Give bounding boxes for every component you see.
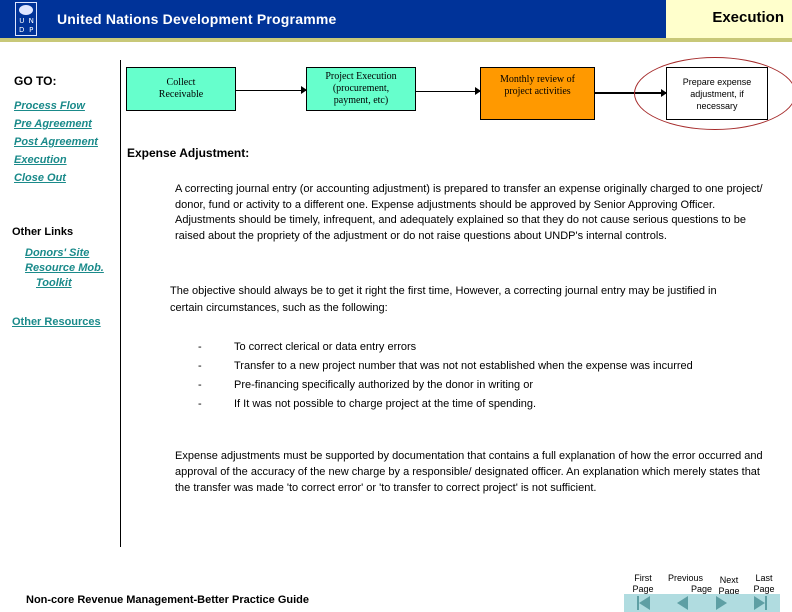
undp-logo: U N D P xyxy=(15,2,37,36)
footer-title: Non-core Revenue Management-Better Pract… xyxy=(26,594,310,606)
nav-link-process-flow[interactable]: Process Flow xyxy=(14,100,85,112)
other-links-label: Other Links xyxy=(12,226,74,238)
flow-step-monthly-review[interactable]: Monthly review of project activities xyxy=(480,67,595,120)
nav-link-post-agreement[interactable]: Post Agreement xyxy=(14,136,98,148)
link-resource-mob[interactable]: Resource Mob. xyxy=(25,262,104,274)
next-page-icon xyxy=(716,596,727,610)
flow-step-collect-receivable[interactable]: Collect Receivable xyxy=(126,67,236,111)
objective-paragraph: The objective should always be to get it… xyxy=(170,285,717,314)
circumstances-list: - To correct clerical or data entry erro… xyxy=(198,339,758,415)
logo-letter: N xyxy=(28,17,34,25)
bullet-dash: - xyxy=(198,379,202,391)
flow-step-label: (procurement, xyxy=(332,83,390,94)
previous-page-button[interactable] xyxy=(663,594,702,612)
link-other-resources[interactable]: Other Resources xyxy=(12,316,101,328)
section-heading: Expense Adjustment: xyxy=(127,146,250,160)
nav-label-line: Previous xyxy=(668,573,704,583)
first-page-label: First Page xyxy=(630,573,656,595)
un-emblem-icon xyxy=(19,5,33,15)
flow-step-label: Monthly review of xyxy=(500,74,575,85)
last-page-label: Last Page xyxy=(751,573,777,595)
nav-link-pre-agreement[interactable]: Pre Agreement xyxy=(14,118,92,130)
flow-step-label: Collect xyxy=(166,77,196,88)
nav-link-execution[interactable]: Execution xyxy=(14,154,67,166)
goto-label: GO TO: xyxy=(14,74,57,88)
sidebar-divider xyxy=(120,60,121,547)
intro-paragraph: A correcting journal entry (or accountin… xyxy=(175,183,763,242)
flow-step-label: necessary xyxy=(696,100,738,111)
nav-label-line: Last xyxy=(755,573,773,583)
list-item: - Pre-financing specifically authorized … xyxy=(198,377,758,393)
previous-page-label: Previous Page xyxy=(668,573,712,595)
flow-arrow xyxy=(595,89,667,97)
flow-step-project-execution[interactable]: Project Execution (procurement, payment,… xyxy=(306,67,416,111)
list-item: - To correct clerical or data entry erro… xyxy=(198,339,758,355)
nav-link-close-out[interactable]: Close Out xyxy=(14,172,66,184)
first-page-icon xyxy=(637,596,650,610)
flow-arrow xyxy=(416,87,481,95)
org-name: United Nations Development Programme xyxy=(57,11,337,27)
documentation-paragraph: Expense adjustments must be supported by… xyxy=(175,450,763,494)
list-item-text: Transfer to a new project number that wa… xyxy=(234,360,693,372)
previous-page-icon xyxy=(677,596,688,610)
flow-step-label: adjustment, if xyxy=(690,88,744,99)
next-page-button[interactable] xyxy=(702,594,741,612)
link-donors-site[interactable]: Donors' Site xyxy=(25,247,89,259)
flow-step-prepare-adjustment[interactable]: Prepare expense adjustment, if necessary xyxy=(666,67,768,120)
page-navigation-bar xyxy=(624,594,780,612)
link-toolkit[interactable]: Toolkit xyxy=(36,277,72,289)
header-divider xyxy=(0,38,792,42)
flow-step-label: Prepare expense xyxy=(682,76,752,87)
bullet-dash: - xyxy=(198,360,202,372)
section-tab: Execution xyxy=(666,0,792,38)
nav-label-line: First xyxy=(634,573,652,583)
bullet-dash: - xyxy=(198,341,202,353)
last-page-button[interactable] xyxy=(741,594,780,612)
section-title: Execution xyxy=(712,9,784,26)
list-item-text: If It was not possible to charge project… xyxy=(234,398,537,410)
logo-letter: U xyxy=(19,17,25,25)
logo-letter: P xyxy=(29,26,34,34)
first-page-button[interactable] xyxy=(624,594,663,612)
flow-arrow xyxy=(236,86,307,94)
flow-step-label: payment, etc) xyxy=(333,95,389,106)
list-item-text: To correct clerical or data entry errors xyxy=(234,341,417,353)
list-item: - If It was not possible to charge proje… xyxy=(198,396,758,412)
header-banner: U N D P United Nations Development Progr… xyxy=(0,0,792,38)
flow-step-label: Project Execution xyxy=(325,71,397,82)
list-item: - Transfer to a new project number that … xyxy=(198,358,758,374)
nav-label-line: Next xyxy=(719,575,739,585)
logo-letter: D xyxy=(19,26,25,34)
flow-step-label: project activities xyxy=(504,86,571,97)
list-item-text: Pre-financing specifically authorized by… xyxy=(234,379,533,391)
last-page-icon xyxy=(754,596,767,610)
flow-step-label: Receivable xyxy=(158,89,204,100)
bullet-dash: - xyxy=(198,398,202,410)
